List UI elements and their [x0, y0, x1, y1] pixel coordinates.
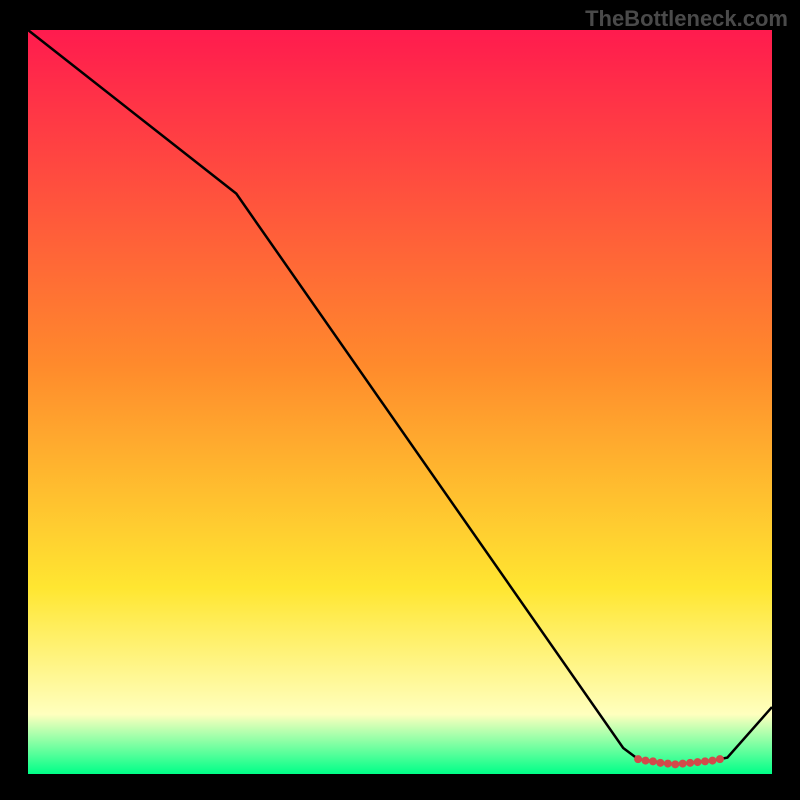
- data-marker: [708, 757, 716, 765]
- data-marker: [679, 760, 687, 768]
- plot-svg: [28, 30, 772, 774]
- gradient-background: [28, 30, 772, 774]
- data-marker: [701, 757, 709, 765]
- data-marker: [664, 760, 672, 768]
- data-marker: [694, 758, 702, 766]
- data-marker: [686, 759, 694, 767]
- plot-area: [28, 30, 772, 774]
- data-marker: [716, 755, 724, 763]
- data-marker: [634, 755, 642, 763]
- attribution-text: TheBottleneck.com: [585, 6, 788, 32]
- data-marker: [671, 760, 679, 768]
- chart-canvas: TheBottleneck.com: [0, 0, 800, 800]
- data-marker: [649, 757, 657, 765]
- data-marker: [642, 757, 650, 765]
- data-marker: [656, 759, 664, 767]
